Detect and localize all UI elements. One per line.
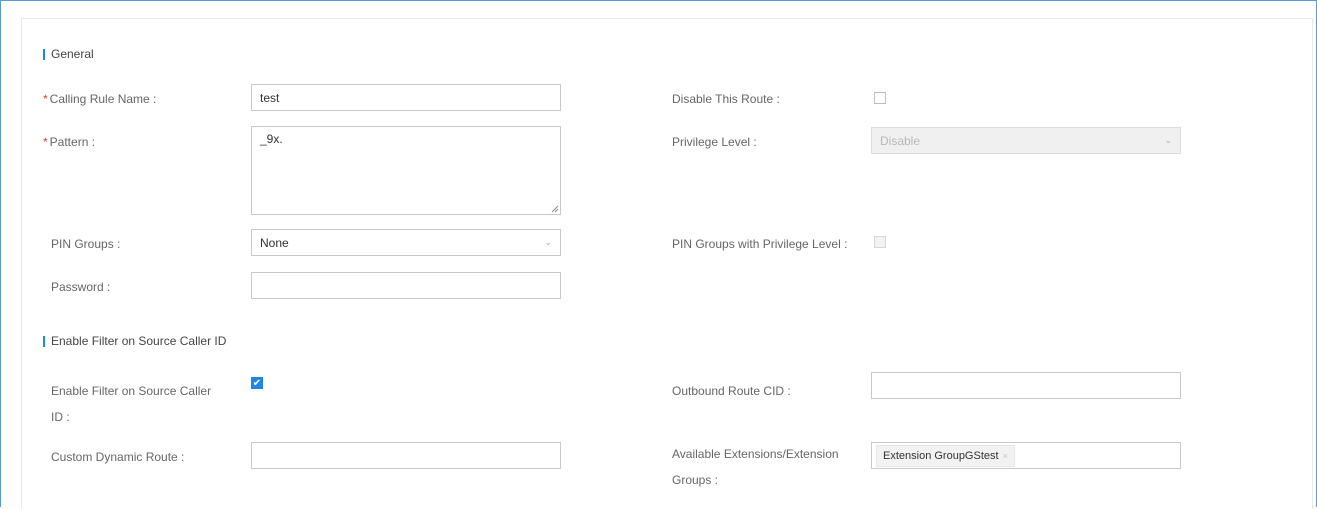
pattern-textarea[interactable]: _9x. (251, 126, 561, 215)
section-bar (43, 335, 45, 347)
password-input[interactable] (251, 272, 561, 299)
calling-rule-name-input[interactable]: test (251, 84, 561, 111)
required-mark: * (43, 92, 48, 106)
privilege-level-select[interactable]: Disable ⌄ (871, 127, 1181, 154)
remove-tag-icon[interactable]: × (1003, 451, 1008, 461)
pin-groups-privilege-checkbox[interactable] (874, 236, 886, 248)
section-title-filter-text: Enable Filter on Source Caller ID (51, 334, 227, 348)
disable-route-checkbox[interactable] (874, 92, 886, 104)
calling-rule-name-label: * Calling Rule Name : (43, 92, 157, 106)
pin-groups-label: PIN Groups : (51, 237, 121, 251)
custom-dynamic-route-label: Custom Dynamic Route : (51, 450, 185, 464)
pin-groups-select[interactable]: None ⌄ (251, 229, 561, 256)
outbound-route-cid-label: Outbound Route CID : (672, 384, 791, 398)
enable-filter-checkbox[interactable]: ✔ (251, 377, 263, 389)
section-title-general: General (43, 47, 94, 61)
outbound-route-cid-input[interactable] (871, 372, 1181, 399)
pattern-label: * Pattern : (43, 135, 96, 149)
custom-dynamic-route-input[interactable] (251, 442, 561, 469)
password-label: Password : (51, 280, 111, 294)
form-panel: General * Calling Rule Name : test * Patte… (21, 18, 1313, 509)
available-extensions-label: Available Extensions/Extension Groups : (672, 447, 839, 487)
available-extensions-multiselect[interactable]: Extension GroupGStest × (871, 442, 1181, 469)
section-bar (43, 48, 45, 60)
section-title-filter: Enable Filter on Source Caller ID (43, 334, 226, 348)
required-mark: * (43, 135, 48, 149)
enable-filter-label: Enable Filter on Source Caller ID : (51, 384, 212, 424)
resize-handle-icon[interactable] (551, 205, 559, 213)
extension-tag[interactable]: Extension GroupGStest × (876, 444, 1015, 467)
chevron-down-icon: ⌄ (544, 237, 552, 247)
privilege-level-label: Privilege Level : (672, 135, 757, 149)
pin-groups-privilege-label: PIN Groups with Privilege Level : (672, 237, 848, 251)
chevron-down-icon: ⌄ (1164, 135, 1172, 145)
disable-route-label: Disable This Route : (672, 92, 780, 106)
section-title-general-text: General (51, 47, 94, 61)
checkmark-icon: ✔ (252, 378, 262, 389)
